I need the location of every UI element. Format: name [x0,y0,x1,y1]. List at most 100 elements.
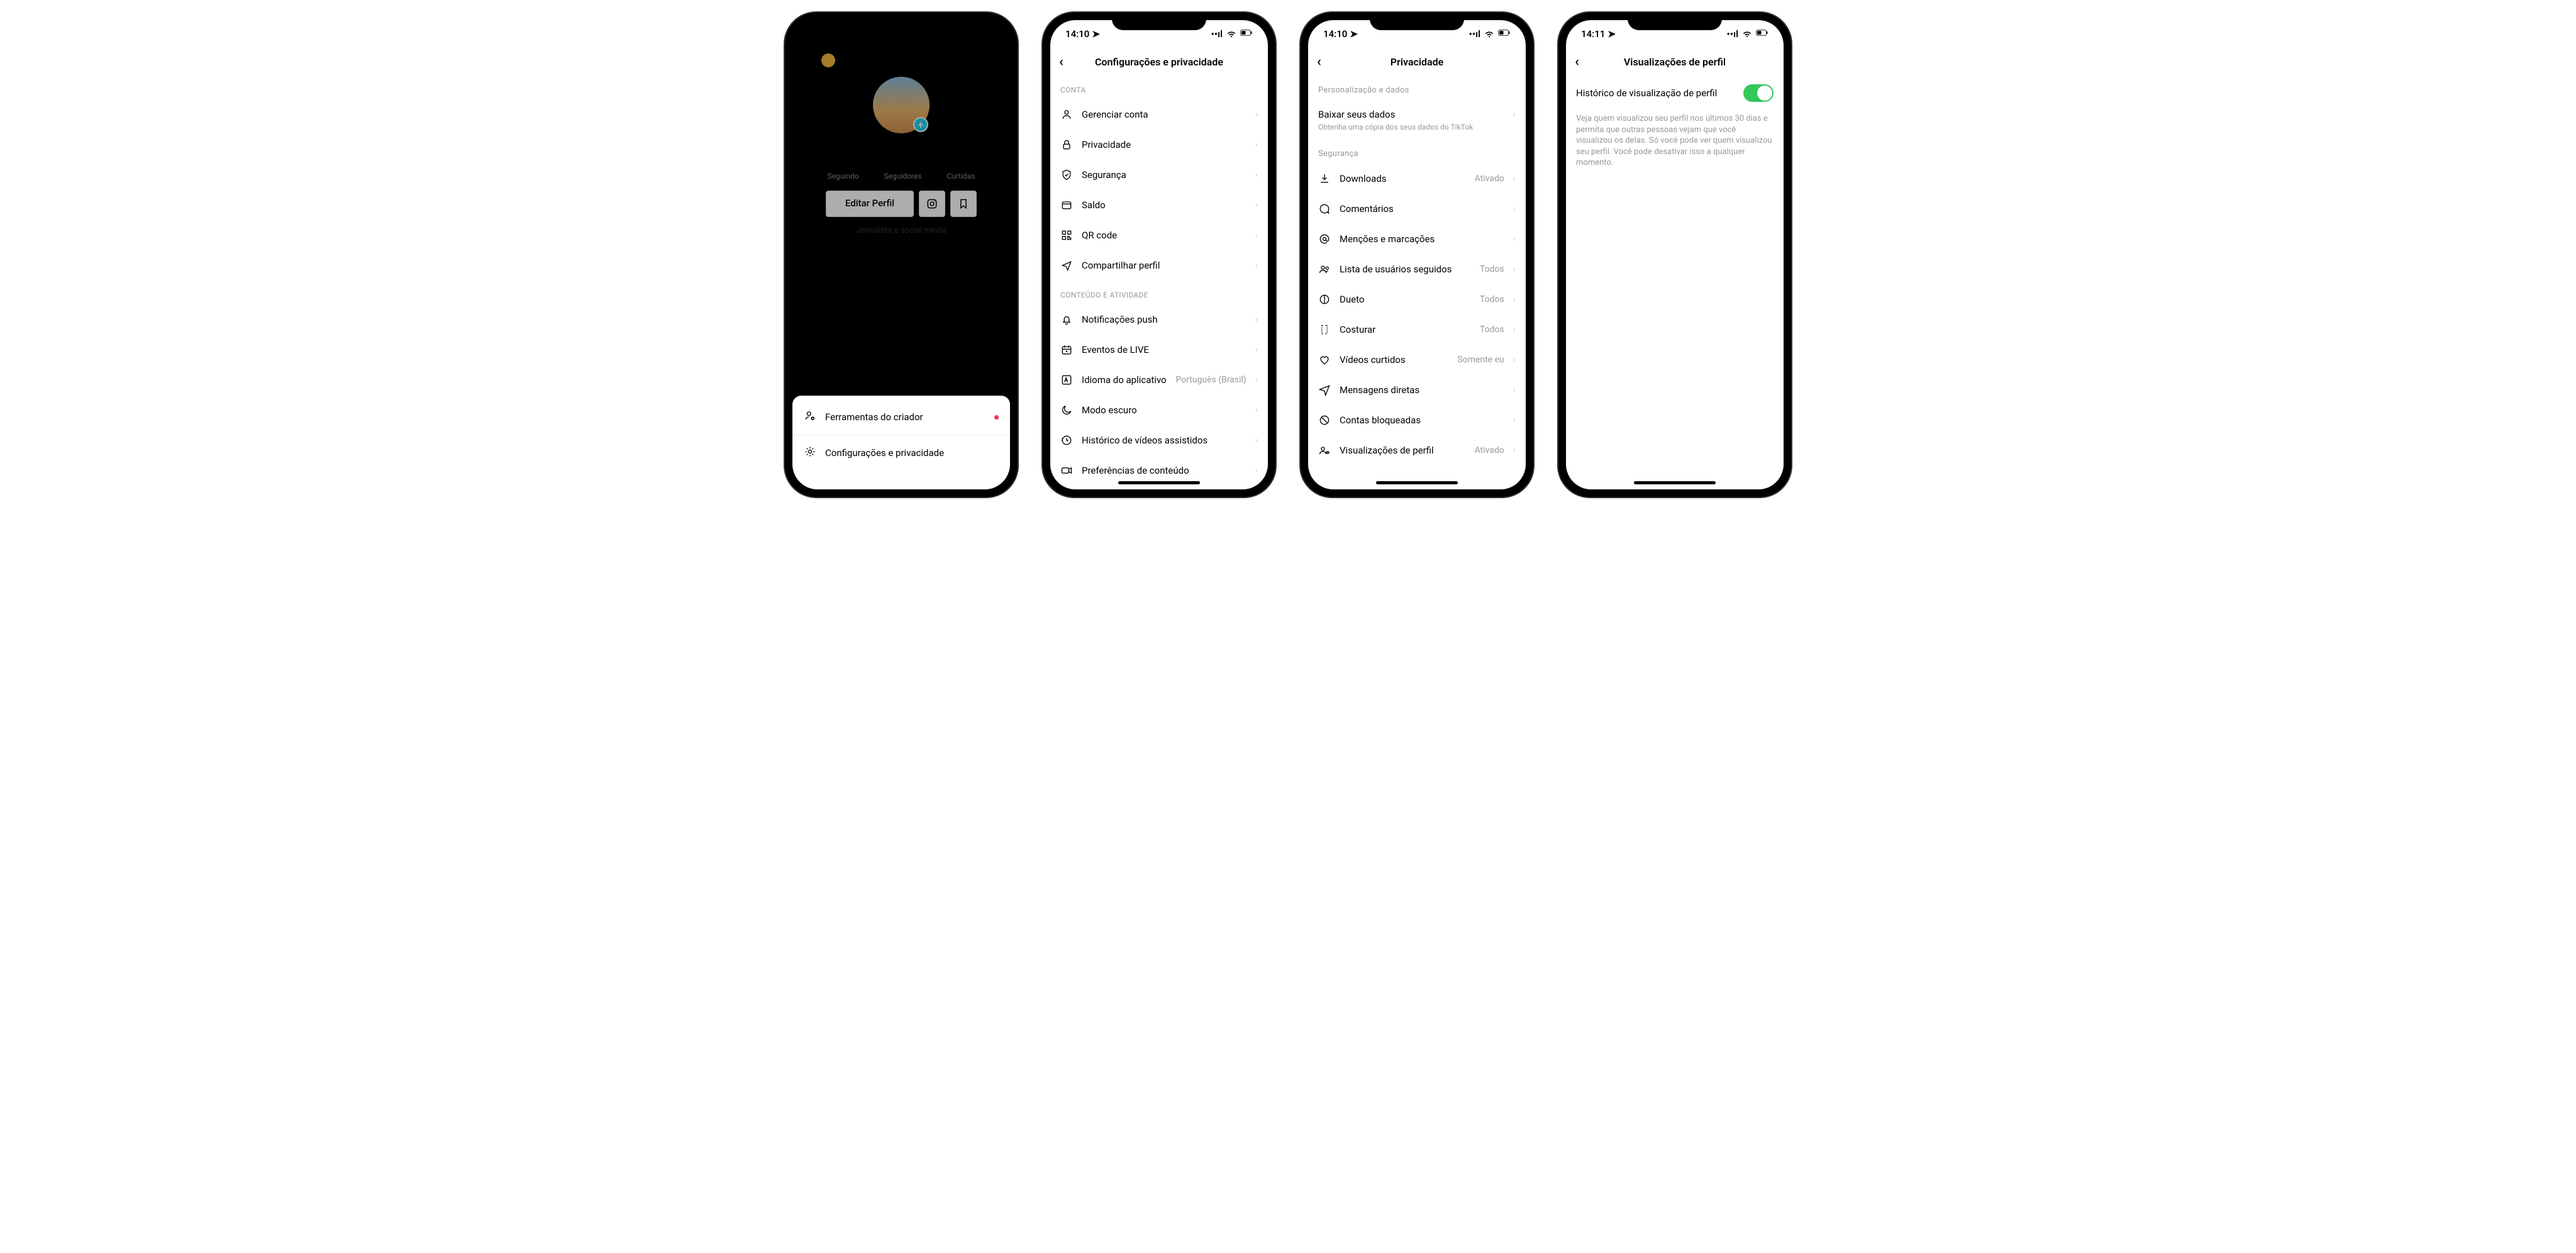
sheet-creator-tools[interactable]: Ferramentas do criador [792,399,1010,435]
send-icon [1318,384,1331,396]
list-item[interactable]: Compartilhar perfil› [1050,250,1268,281]
list-value: Ativado [1475,174,1504,184]
lock-icon [1060,138,1073,151]
back-button[interactable]: ‹ [1575,54,1579,70]
list-value: Ativado [1475,445,1504,455]
chevron-right-icon: › [1513,234,1516,244]
list-label: Downloads [1340,173,1466,184]
list-label: Vídeos curtidos [1340,354,1448,365]
toggle-row: Histórico de visualização de perfil [1566,75,1784,111]
chevron-right-icon: › [1513,325,1516,335]
list-item[interactable]: Contas bloqueadas› [1308,405,1526,435]
lang-icon [1060,374,1073,386]
header: ‹ Configurações e privacidade [1050,48,1268,75]
sheet-settings-privacy[interactable]: Configurações e privacidade [792,435,1010,471]
list-item[interactable]: Privacidade› [1050,130,1268,160]
list-item[interactable]: Histórico de vídeos assistidos› [1050,425,1268,455]
list-label: Costurar [1340,324,1471,335]
download-data-item[interactable]: Baixar seus dados › [1308,100,1526,123]
home-indicator [1634,481,1716,484]
list-item[interactable]: QR code› [1050,220,1268,250]
wifi-icon [1483,26,1496,42]
list-item[interactable]: Costurar Todos › [1308,315,1526,345]
list-label: QR code [1082,230,1246,241]
list-item[interactable]: Comentários› [1308,194,1526,224]
chevron-right-icon: › [1255,345,1258,355]
list-label: Notificações push [1082,314,1246,325]
toggle-switch[interactable] [1743,84,1774,102]
list-label: Comentários [1340,203,1504,214]
list-item[interactable]: Notificações push › [1050,304,1268,335]
chevron-right-icon: › [1255,140,1258,150]
battery-icon [1756,26,1768,42]
chevron-right-icon: › [1513,109,1516,120]
sheet-label: Configurações e privacidade [825,447,944,459]
list-item[interactable]: Lista de usuários seguidosTodos› [1308,254,1526,284]
wallet-icon [1060,199,1073,211]
download-subtext: Obtenha uma cópia dos seus dados do TikT… [1308,123,1526,139]
at-icon [1318,233,1331,245]
list-label: Gerenciar conta [1082,109,1246,120]
screen-settings: 14:10➤ ••ıl ‹ Configurações e privacidad… [1050,20,1268,489]
list-value: Todos [1480,264,1504,274]
wifi-icon [1225,26,1238,42]
status-time: 14:10 [1065,28,1089,40]
signal-icon: ••ıl [1468,28,1480,40]
list-item[interactable]: Eventos de LIVE› [1050,335,1268,365]
bell-icon [1060,313,1073,326]
privacy-content[interactable]: Personalização e dados Baixar seus dados… [1308,75,1526,489]
screen-profile-views: 14:11➤ ••ıl ‹ Visualizações de perfil Hi… [1566,20,1784,489]
list-value: Somente eu [1457,355,1504,365]
chevron-right-icon: › [1255,315,1258,325]
share-icon [1060,259,1073,272]
section-personalizacao: Personalização e dados [1308,75,1526,100]
list-item[interactable]: Mensagens diretas› [1308,375,1526,405]
section-conteudo: CONTEÚDO E ATIVIDADE [1050,281,1268,304]
history-icon [1060,434,1073,447]
chevron-right-icon: › [1255,465,1258,476]
location-icon: ➤ [1607,28,1616,40]
signal-icon: ••ıl [1726,28,1738,40]
list-value: Todos [1480,325,1504,335]
list-label: Visualizações de perfil [1340,445,1466,456]
toggle-label: Histórico de visualização de perfil [1576,87,1717,99]
person-gear-icon [804,409,816,425]
notch [1112,13,1206,30]
duet-icon [1318,293,1331,306]
phone-privacy: 14:10➤ ••ıl ‹ Privacidade Personalização… [1301,13,1533,497]
list-item[interactable]: Menções e marcações› [1308,224,1526,254]
user-icon [1060,108,1073,121]
list-label: Modo escuro [1082,404,1246,416]
list-item[interactable]: Dueto Todos › [1308,284,1526,315]
chevron-right-icon: › [1513,355,1516,365]
header: ‹ Privacidade [1308,48,1526,75]
heart-icon [1318,354,1331,366]
chevron-right-icon: › [1513,174,1516,184]
chevron-right-icon: › [1513,415,1516,425]
list-item[interactable]: Segurança› [1050,160,1268,190]
description: Veja quem visualizou seu perfil nos últi… [1566,111,1784,169]
views-content: Histórico de visualização de perfil Veja… [1566,75,1784,489]
list-item[interactable]: Vídeos curtidos Somente eu › [1308,345,1526,375]
list-label: Dueto [1340,294,1471,305]
list-item[interactable]: Saldo› [1050,190,1268,220]
notch [1370,13,1464,30]
list-item[interactable]: Modo escuro› [1050,395,1268,425]
settings-content[interactable]: CONTA Gerenciar conta›Privacidade›Segura… [1050,75,1268,489]
list-item[interactable]: Downloads Ativado › [1308,164,1526,194]
list-item[interactable]: Idioma do aplicativoPortuguês (Brasil)› [1050,365,1268,395]
chevron-right-icon: › [1513,294,1516,304]
chevron-right-icon: › [1513,264,1516,274]
list-label: Preferências de conteúdo [1082,465,1246,476]
download-icon [1318,172,1331,185]
list-value: Todos [1480,294,1504,304]
chevron-right-icon: › [1255,435,1258,445]
list-label: Compartilhar perfil [1082,260,1246,271]
list-item[interactable]: Gerenciar conta› [1050,99,1268,130]
list-value: Português (Brasil) [1175,375,1246,385]
back-button[interactable]: ‹ [1059,54,1063,70]
page-title: Privacidade [1391,56,1443,68]
chevron-right-icon: › [1513,445,1516,455]
list-item[interactable]: Visualizações de perfil Ativado › [1308,435,1526,465]
back-button[interactable]: ‹ [1317,54,1321,70]
